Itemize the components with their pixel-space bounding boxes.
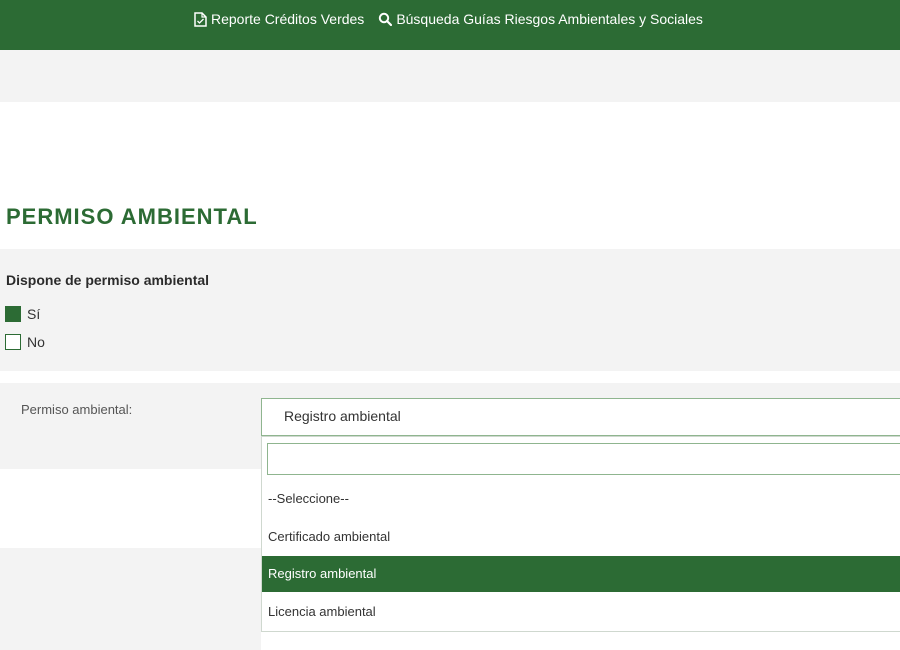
- green-credits-report-link[interactable]: Reporte Créditos Verdes: [194, 11, 364, 27]
- radio-option-si-label: Sí: [27, 306, 41, 322]
- risk-guides-search-label: Búsqueda Guías Riesgos Ambientales y Soc…: [396, 11, 703, 27]
- radio-checked-box[interactable]: [5, 306, 21, 322]
- dropdown-option-licencia[interactable]: Licencia ambiental: [262, 594, 900, 630]
- permit-question-panel: [0, 249, 900, 371]
- permit-field-label: Permiso ambiental:: [21, 402, 133, 417]
- permit-dropdown-list: --Seleccione-- Certificado ambiental Reg…: [261, 436, 900, 632]
- search-icon: [379, 12, 393, 26]
- header-spacer-band: [0, 50, 900, 102]
- radio-unchecked-box[interactable]: [5, 334, 21, 350]
- top-navigation-bar: Reporte Créditos Verdes Búsqueda Guías R…: [0, 0, 900, 50]
- radio-option-no-label: No: [27, 334, 45, 350]
- risk-guides-search-link[interactable]: Búsqueda Guías Riesgos Ambientales y Soc…: [378, 11, 703, 27]
- dropdown-option-seleccione[interactable]: --Seleccione--: [262, 481, 900, 517]
- next-field-panel: [0, 548, 261, 650]
- green-credits-report-label: Reporte Créditos Verdes: [211, 11, 365, 27]
- radio-option-no[interactable]: No: [5, 334, 45, 350]
- permit-question-label: Dispone de permiso ambiental: [6, 272, 210, 288]
- dropdown-option-registro[interactable]: Registro ambiental: [262, 556, 900, 592]
- document-icon: [194, 11, 207, 27]
- radio-option-si[interactable]: Sí: [5, 306, 40, 322]
- permit-select[interactable]: Registro ambiental: [261, 398, 900, 436]
- dropdown-option-certificado[interactable]: Certificado ambiental: [262, 519, 900, 555]
- page-title: PERMISO AMBIENTAL: [6, 204, 258, 229]
- topbar-links: Reporte Créditos Verdes Búsqueda Guías R…: [194, 11, 703, 27]
- dropdown-search-input[interactable]: [267, 443, 900, 475]
